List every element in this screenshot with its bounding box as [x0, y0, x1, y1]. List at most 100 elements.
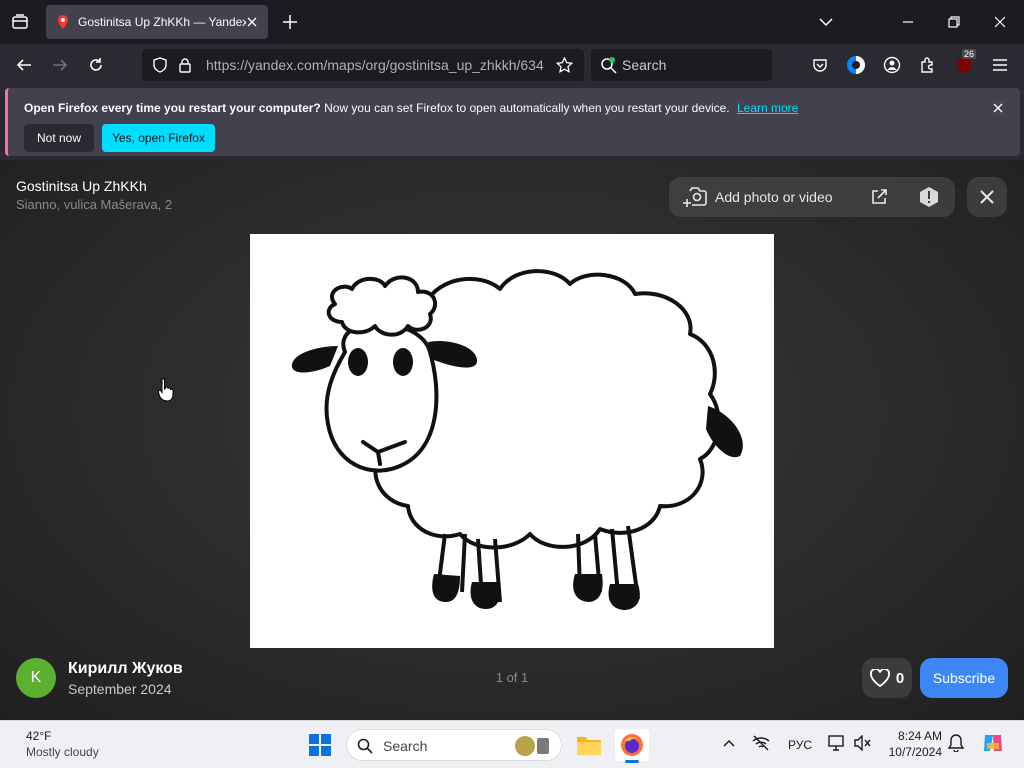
search-highlight-icon: [515, 736, 549, 756]
puzzle-icon: [921, 57, 933, 73]
url-bar[interactable]: https://yandex.com/maps/org/gostinitsa_u…: [142, 49, 584, 81]
hand-cursor-icon: [157, 378, 174, 407]
network-button[interactable]: [750, 733, 772, 753]
folder-icon: [577, 737, 601, 755]
heart-icon: [869, 669, 890, 687]
active-tab[interactable]: Gostinitsa Up ZhKKh — Yandex Maps: [46, 5, 268, 39]
learn-more-link[interactable]: Learn more: [737, 101, 798, 115]
network-disconnected-icon: [752, 735, 770, 751]
account-button[interactable]: [878, 51, 906, 79]
add-photo-button[interactable]: Add photo or video: [683, 177, 833, 217]
close-icon: [980, 190, 994, 204]
firefox-taskbar-button[interactable]: [615, 729, 649, 763]
tab-title: Gostinitsa Up ZhKKh — Yandex Maps: [78, 15, 246, 29]
active-app-indicator: [625, 760, 639, 763]
app-menu-button[interactable]: [986, 51, 1014, 79]
notification-close-button[interactable]: [990, 100, 1006, 116]
minimize-button[interactable]: [888, 4, 928, 40]
plus-icon: [283, 15, 297, 29]
lock-icon[interactable]: [178, 57, 192, 73]
account-icon: [883, 56, 901, 74]
close-icon: [993, 103, 1003, 113]
reload-icon: [90, 58, 102, 71]
pocket-button[interactable]: [806, 51, 834, 79]
notification-text: Now you can set Firefox to open automati…: [324, 101, 730, 115]
not-now-button[interactable]: Not now: [24, 124, 94, 152]
notification-bar: Open Firefox every time you restart your…: [5, 88, 1020, 156]
notification-message: Open Firefox every time you restart your…: [24, 101, 798, 115]
show-hidden-icons-button[interactable]: [720, 733, 738, 753]
tab-list-icon: [12, 14, 28, 29]
taskbar-search[interactable]: Search: [346, 729, 562, 761]
arrow-right-icon: [53, 59, 68, 71]
avatar[interactable]: K: [16, 658, 56, 698]
reload-button[interactable]: [82, 51, 110, 79]
notifications-button[interactable]: [946, 733, 966, 753]
sheep-drawing: [291, 269, 743, 610]
forward-button[interactable]: [46, 51, 74, 79]
subscribe-button[interactable]: Subscribe: [920, 658, 1008, 698]
close-icon: [994, 16, 1006, 28]
input-language[interactable]: РУС: [788, 738, 812, 752]
report-button[interactable]: [917, 185, 941, 209]
like-count: 0: [895, 669, 905, 687]
taskbar: 42°F Mostly cloudy Search РУС 8:24 AM 10…: [0, 720, 1024, 768]
open-firefox-button[interactable]: Yes, open Firefox: [102, 124, 215, 152]
search-bar[interactable]: Search: [591, 49, 772, 81]
like-button[interactable]: 0: [862, 658, 912, 698]
url-text: https://yandex.com/maps/org/gostinitsa_u…: [206, 57, 544, 73]
start-button[interactable]: [308, 733, 332, 757]
tab-strip: Gostinitsa Up ZhKKh — Yandex Maps: [0, 0, 1024, 44]
display-button[interactable]: [826, 733, 848, 753]
close-viewer-button[interactable]: [967, 177, 1007, 217]
search-engine-icon: [601, 57, 617, 74]
vpn-extension-button[interactable]: [842, 51, 870, 79]
pocket-icon: [813, 59, 827, 72]
extensions-button[interactable]: [914, 51, 942, 79]
shield-icon[interactable]: [152, 57, 168, 73]
notification-title: Open Firefox every time you restart your…: [24, 101, 321, 115]
new-tab-button[interactable]: [278, 10, 302, 34]
warning-hexagon-icon: [920, 187, 938, 207]
restore-icon: [948, 16, 960, 28]
speaker-muted-icon: [854, 735, 871, 751]
firefox-icon: [621, 734, 643, 756]
close-window-button[interactable]: [980, 4, 1020, 40]
photo-actions: Add photo or video: [669, 177, 955, 217]
back-button[interactable]: [10, 51, 38, 79]
org-address: Sianno, vulica Mašerava, 2: [16, 197, 173, 212]
search-placeholder: Search: [622, 57, 667, 73]
tab-list-button[interactable]: [6, 8, 34, 36]
taskbar-search-label: Search: [383, 738, 428, 754]
weather-temperature[interactable]: 42°F: [26, 729, 51, 743]
photo-image: [250, 234, 774, 648]
org-name[interactable]: Gostinitsa Up ZhKKh: [16, 178, 147, 194]
chevron-down-icon: [819, 18, 833, 27]
arrow-left-icon: [16, 59, 31, 71]
clock-time[interactable]: 8:24 AM: [884, 729, 942, 743]
author-name[interactable]: Кирилл Жуков: [68, 660, 183, 678]
author-date: September 2024: [68, 681, 172, 697]
tab-close-icon[interactable]: [244, 14, 260, 30]
weather-description[interactable]: Mostly cloudy: [26, 745, 99, 759]
ublock-extension-button[interactable]: 26: [950, 49, 978, 79]
add-photo-label: Add photo or video: [715, 189, 833, 205]
bookmark-star-icon[interactable]: [556, 57, 573, 74]
list-all-tabs-button[interactable]: [806, 4, 846, 40]
bell-icon: [948, 734, 964, 752]
photo-counter: 1 of 1: [495, 670, 529, 685]
chevron-up-icon: [723, 739, 735, 747]
hamburger-icon: [993, 59, 1007, 71]
copilot-icon: [984, 735, 1002, 751]
copilot-button[interactable]: [980, 731, 1006, 755]
camera-plus-icon: [683, 186, 707, 208]
clock-date[interactable]: 10/7/2024: [884, 745, 942, 759]
restore-button[interactable]: [934, 4, 974, 40]
volume-button[interactable]: [852, 733, 874, 753]
windows-logo-icon: [309, 734, 331, 756]
search-icon: [357, 738, 373, 754]
external-link-icon: [872, 189, 887, 204]
extension-badge: 26: [962, 49, 977, 59]
share-button[interactable]: [867, 185, 891, 209]
file-explorer-button[interactable]: [572, 729, 606, 761]
